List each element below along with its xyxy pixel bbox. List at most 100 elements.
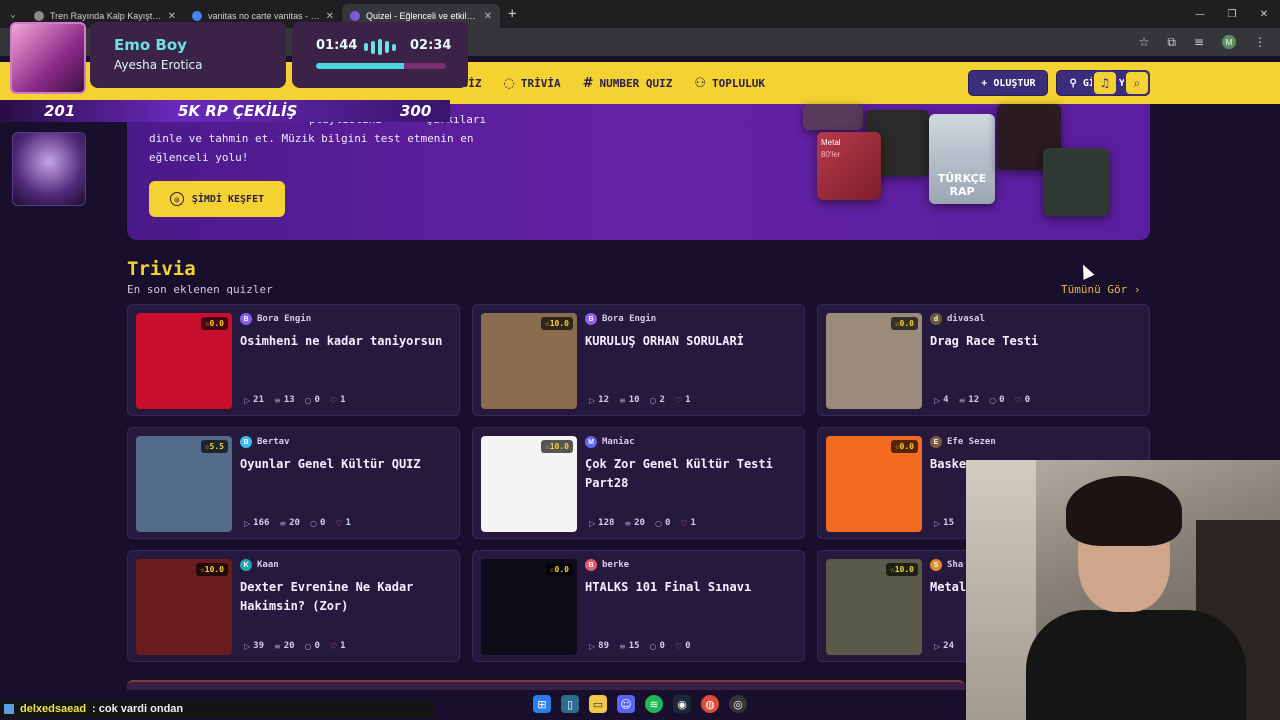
quiz-card[interactable]: ☆0.0 B Bora Engin Osimheni ne kadar taniyor…: [127, 304, 460, 416]
chrome-icon[interactable]: ◍: [701, 695, 719, 713]
discover-now-button[interactable]: ◎ ŞİMDİ KEŞFET: [149, 181, 285, 217]
likes-stat: ♡ 1: [330, 395, 346, 405]
heart-icon: ♡: [1014, 395, 1022, 405]
see-all-link[interactable]: Tümünü Gör ›: [1061, 283, 1140, 296]
steam-icon[interactable]: ◉: [673, 695, 691, 713]
media-controls-icon[interactable]: ≡: [1194, 35, 1204, 49]
quiz-title[interactable]: Osimheni ne kadar taniyorsun: [240, 332, 450, 351]
obs-icon[interactable]: ◎: [729, 695, 747, 713]
quiz-thumbnail: ☆0.0: [136, 313, 232, 409]
turkce-rap-cover[interactable]: TÜRKÇE RAP: [929, 114, 995, 204]
hero-line-2: dinle ve tahmin et. Müzik bilgini test e…: [149, 132, 474, 145]
close-window-button[interactable]: ✕: [1248, 9, 1280, 20]
author-avatar: B: [585, 313, 597, 325]
start-menu-icon[interactable]: ⊞: [533, 695, 551, 713]
tab-close-icon[interactable]: ✕: [326, 11, 334, 22]
nav-number-quiz[interactable]: # NUMBER QUIZ: [583, 76, 673, 91]
author-name: Bora Engin: [257, 314, 312, 324]
rating-badge: ☆10.0: [540, 317, 573, 330]
quiz-author[interactable]: B Bertav: [240, 436, 290, 448]
hero-banner: playlistini şarkıları dinle ve tahmin et…: [127, 104, 1150, 240]
plays-stat: ▷ 12: [589, 395, 609, 405]
webcam-person-body: [1026, 610, 1246, 720]
likes-count: 0: [685, 641, 691, 651]
playlist-cover[interactable]: [1043, 148, 1109, 216]
plays-count: 39: [253, 641, 264, 651]
section-title: Trivia: [127, 258, 196, 280]
new-tab-button[interactable]: +: [508, 6, 516, 22]
quiz-author[interactable]: K Kaan: [240, 559, 279, 571]
comments-stat: ○ 0: [989, 395, 1004, 405]
author-avatar: K: [240, 559, 252, 571]
plays-stat: ▷ 89: [589, 641, 609, 651]
create-button[interactable]: + OLUŞTUR: [968, 70, 1049, 96]
quiz-title[interactable]: Drag Race Testi: [930, 332, 1140, 351]
quiz-card[interactable]: ☆10.0 B Bora Engin KURULUŞ ORHAN SORULARİ ▷ 1…: [472, 304, 805, 416]
profile-avatar[interactable]: M: [1222, 35, 1236, 49]
author-avatar: E: [930, 436, 942, 448]
heart-icon: ♡: [680, 518, 688, 528]
quiz-card[interactable]: ☆10.0 K Kaan Dexter Evrenine Ne Kadar Hakim…: [127, 550, 460, 662]
quiz-author[interactable]: S Sha: [930, 559, 963, 571]
quiz-title[interactable]: HTALKS 101 Final Sınavı: [585, 578, 795, 597]
quiz-card[interactable]: ☆5.5 B Bertav Oyunlar Genel Kültür QUIZ ▷ 166…: [127, 427, 460, 539]
quiz-author[interactable]: d divasal: [930, 313, 985, 325]
quiz-thumbnail: ☆10.0: [136, 559, 232, 655]
tab-close-icon[interactable]: ✕: [484, 11, 492, 22]
quiz-author[interactable]: B Bora Engin: [240, 313, 311, 325]
quiz-title[interactable]: Çok Zor Genel Kültür Testi Part28: [585, 455, 795, 493]
playlist-cover[interactable]: [803, 104, 863, 130]
likes-count: 1: [690, 518, 696, 528]
minimize-button[interactable]: —: [1184, 9, 1216, 20]
plays-stat: ▷ 15: [934, 518, 954, 528]
metal-80s-cover[interactable]: Metal 80'ler: [817, 132, 881, 200]
quiz-card[interactable]: ☆0.0 Bberke HTALKS 101 Final Sınavı ▷ 89 ≡ 15 ○…: [472, 550, 805, 662]
now-playing-title: Emo Boy: [114, 36, 187, 54]
restore-button[interactable]: ❐: [1216, 9, 1248, 20]
quiz-stats: ▷ 12 ≡ 10 ○ 2 ♡ 1: [589, 395, 691, 405]
quiz-title[interactable]: Oyunlar Genel Kültür QUIZ: [240, 455, 450, 474]
questions-count: 13: [283, 395, 295, 405]
now-playing-card: Emo Boy Ayesha Erotica: [90, 22, 286, 88]
quiz-author[interactable]: Bberke: [585, 559, 629, 571]
app-icon[interactable]: ▯: [561, 695, 579, 713]
nav-community[interactable]: ⚇ TOPLULUK: [694, 76, 765, 91]
file-explorer-icon[interactable]: ▭: [589, 695, 607, 713]
comments-stat: ○ 0: [305, 395, 320, 405]
quiz-author[interactable]: B Bora Engin: [585, 313, 656, 325]
quiz-title[interactable]: Dexter Evrenine Ne Kadar Hakimsin? (Zor): [240, 578, 450, 616]
bookmark-star-icon[interactable]: ☆: [1139, 35, 1150, 49]
comment-icon: ○: [304, 641, 312, 651]
comment-icon: ○: [649, 395, 657, 405]
quiz-card[interactable]: ☆10.0 M Maniac Çok Zor Genel Kültür Testi P…: [472, 427, 805, 539]
tab-close-icon[interactable]: ✕: [168, 11, 176, 22]
quiz-author[interactable]: E Efe Sezen: [930, 436, 996, 448]
stat-middle: 5K RP ÇEKİLİŞ: [178, 102, 298, 120]
quiz-card[interactable]: ☆0.0 d divasal Drag Race Testi ▷ 4 ≡ 12 ○ 0 ♡ 0: [817, 304, 1150, 416]
nav-trivia[interactable]: ◌ TRİVİA: [504, 76, 561, 91]
user-icon: ⚲: [1069, 77, 1077, 89]
chat-ticker: delxedsaead : cok vardi ondan: [0, 700, 434, 718]
tab-label: Quizei - Eğlenceli ve etkileşimli: [366, 11, 478, 21]
create-label: + OLUŞTUR: [981, 77, 1036, 89]
play-icon: ▷: [589, 518, 596, 528]
likes-count: 1: [345, 518, 351, 528]
extensions-icon[interactable]: ⧉: [1167, 35, 1176, 50]
quiz-stats: ▷ 89 ≡ 15 ○ 0 ♡ 0: [589, 641, 691, 651]
questions-stat: ≡ 20: [274, 641, 295, 651]
now-playing-album-art: [10, 22, 86, 94]
tab-favicon-icon: [34, 11, 44, 21]
quiz-title[interactable]: KURULUŞ ORHAN SORULARİ: [585, 332, 795, 351]
total-time: 02:34: [410, 38, 452, 53]
search-icon[interactable]: ⌕: [1124, 70, 1150, 96]
heart-icon: ♡: [335, 518, 343, 528]
discord-icon[interactable]: ☺: [617, 695, 635, 713]
browser-menu-icon[interactable]: ⋮: [1254, 35, 1266, 49]
author-avatar: B: [240, 436, 252, 448]
author-name: Efe Sezen: [947, 437, 996, 447]
comments-count: 0: [319, 518, 326, 528]
author-avatar: S: [930, 559, 942, 571]
notification-bell-icon[interactable]: ♫: [1092, 70, 1118, 96]
quiz-author[interactable]: M Maniac: [585, 436, 635, 448]
spotify-icon[interactable]: ≋: [645, 695, 663, 713]
